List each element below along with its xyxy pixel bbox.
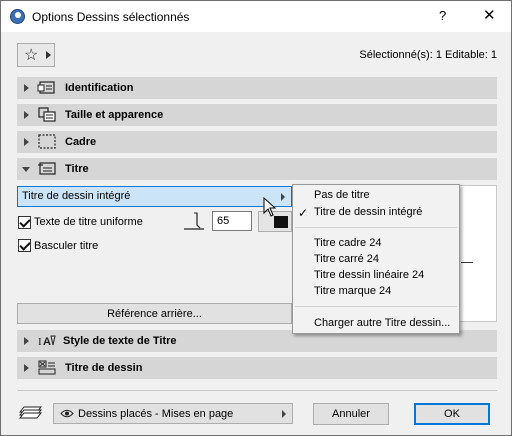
panel-label: Taille et apparence xyxy=(65,109,164,121)
panel-label: Titre de dessin xyxy=(65,362,143,374)
menu-item-frame-title[interactable]: Titre cadre 24 xyxy=(314,237,381,249)
size-appearance-icon xyxy=(38,107,56,122)
check-icon: ✓ xyxy=(298,206,309,220)
text-style-icon: I A xyxy=(38,335,56,348)
menu-item-load-other[interactable]: Charger autre Titre dessin... xyxy=(314,317,450,329)
eye-icon xyxy=(60,409,74,418)
drawing-title-icon xyxy=(38,360,56,375)
menu-item-integrated-title[interactable]: Titre de dessin intégré xyxy=(314,206,422,218)
chevron-right-icon xyxy=(281,193,285,201)
panel-frame[interactable]: Cadre xyxy=(17,131,497,153)
panel-size-appearance[interactable]: Taille et apparence xyxy=(17,104,497,126)
help-button[interactable]: ? xyxy=(439,8,446,23)
font-size-icon xyxy=(184,212,204,230)
favorites-button[interactable]: ☆ xyxy=(17,43,55,67)
app-icon xyxy=(10,9,25,24)
expand-arrow-icon xyxy=(24,84,29,92)
title-type-menu: Pas de titre ✓ Titre de dessin intégré T… xyxy=(292,184,460,334)
star-icon: ☆ xyxy=(24,47,39,64)
menu-item-linear-title[interactable]: Titre dessin linéaire 24 xyxy=(314,269,424,281)
expand-arrow-icon xyxy=(24,111,29,119)
view-options-dropdown[interactable]: Dessins placés - Mises en page xyxy=(53,403,293,424)
expand-arrow-icon xyxy=(24,138,29,146)
title-type-dropdown[interactable]: Titre de dessin intégré xyxy=(17,186,292,207)
id-card-icon xyxy=(37,81,55,94)
chevron-right-icon xyxy=(282,410,286,418)
panel-identification[interactable]: Identification xyxy=(17,77,497,99)
layers-icon xyxy=(19,406,43,419)
svg-text:I: I xyxy=(38,336,42,348)
panel-label: Titre xyxy=(65,163,89,175)
preview-line xyxy=(461,262,473,263)
font-size-input[interactable]: 65 xyxy=(212,211,252,231)
title-type-value: Titre de dessin intégré xyxy=(22,190,131,202)
dialog-window: Options Dessins sélectionnés ? ✕ ☆ Sélec… xyxy=(0,0,512,436)
menu-item-marker-title[interactable]: Titre marque 24 xyxy=(314,285,391,297)
flip-title-checkbox[interactable] xyxy=(18,239,31,252)
footer-separator xyxy=(17,390,497,391)
close-button[interactable]: ✕ xyxy=(483,6,496,24)
menu-separator xyxy=(295,306,457,307)
uniform-text-label: Texte de titre uniforme xyxy=(34,216,143,228)
panel-drawing-title[interactable]: Titre de dessin xyxy=(17,357,497,379)
collapse-arrow-icon xyxy=(22,167,30,172)
title-icon xyxy=(38,162,56,175)
title-bar: Options Dessins sélectionnés ? ✕ xyxy=(1,1,511,32)
panel-label: Identification xyxy=(65,82,134,94)
ok-button[interactable]: OK xyxy=(414,403,490,425)
uniform-text-checkbox[interactable] xyxy=(18,216,31,229)
panel-label: Cadre xyxy=(65,136,97,148)
panel-label: Style de texte de Titre xyxy=(63,335,177,347)
menu-separator xyxy=(295,227,457,228)
panel-title[interactable]: Titre xyxy=(17,158,497,180)
expand-arrow-icon xyxy=(24,364,29,372)
cancel-button[interactable]: Annuler xyxy=(313,403,389,425)
svg-text:A: A xyxy=(43,336,51,348)
window-title: Options Dessins sélectionnés xyxy=(32,10,190,24)
color-swatch xyxy=(274,216,288,228)
flip-title-label: Basculer titre xyxy=(34,240,99,252)
chevron-right-icon xyxy=(46,51,51,59)
menu-item-square-title[interactable]: Titre carré 24 xyxy=(314,253,379,265)
selection-info: Sélectionné(s): 1 Editable: 1 xyxy=(359,49,497,61)
mouse-cursor-icon xyxy=(263,197,277,217)
frame-icon xyxy=(38,134,56,149)
menu-item-no-title[interactable]: Pas de titre xyxy=(314,189,370,201)
expand-arrow-icon xyxy=(24,337,29,345)
back-reference-button[interactable]: Référence arrière... xyxy=(17,303,292,324)
view-option-value: Dessins placés - Mises en page xyxy=(78,408,234,420)
